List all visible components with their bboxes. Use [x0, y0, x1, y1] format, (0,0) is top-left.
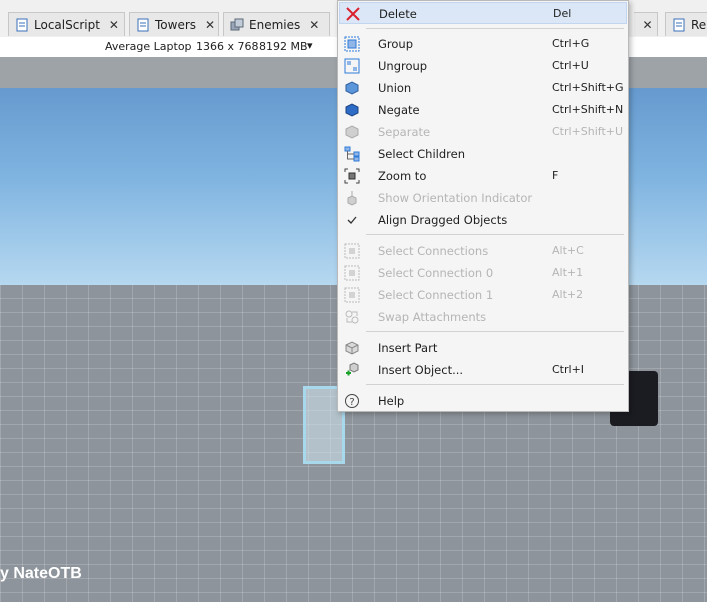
menu-label: Insert Part: [378, 341, 438, 355]
menu-shortcut: Ctrl+Shift+U: [552, 125, 624, 138]
menu-item-help[interactable]: ? Help: [339, 390, 627, 412]
swap-attachments-icon: [344, 309, 360, 325]
menu-item-union[interactable]: Union Ctrl+Shift+G: [339, 77, 627, 99]
menu-item-zoom-to[interactable]: Zoom to F: [339, 165, 627, 187]
zoom-to-icon: [344, 168, 360, 184]
script-icon: [15, 18, 29, 32]
part-icon: [344, 340, 360, 356]
tab-localscript[interactable]: LocalScript ✕: [8, 12, 125, 36]
menu-item-separate[interactable]: Separate Ctrl+Shift+U: [339, 121, 627, 143]
menu-shortcut: Ctrl+I: [552, 363, 585, 376]
menu-separator: [366, 234, 624, 235]
tab-label: Enemies: [249, 17, 301, 32]
menu-item-negate[interactable]: Negate Ctrl+Shift+N: [339, 99, 627, 121]
menu-label: Zoom to: [378, 169, 427, 183]
close-icon[interactable]: ✕: [642, 18, 652, 32]
tab-towers[interactable]: Towers ✕: [129, 12, 219, 36]
chevron-down-icon[interactable]: ▾: [307, 39, 313, 52]
menu-label: Select Connection 1: [378, 288, 494, 302]
menu-shortcut: Alt+C: [552, 244, 584, 257]
group-icon: [344, 36, 360, 52]
menu-shortcut: Ctrl+G: [552, 37, 590, 50]
menu-shortcut: Ctrl+Shift+N: [552, 103, 624, 116]
menu-shortcut: F: [552, 169, 559, 182]
menu-item-align-dragged[interactable]: Align Dragged Objects: [339, 209, 627, 231]
device-name[interactable]: Average Laptop: [105, 40, 192, 53]
connection-icon: [344, 265, 360, 281]
tab-re[interactable]: Re: [665, 12, 707, 36]
menu-item-insert-part[interactable]: Insert Part: [339, 337, 627, 359]
script-icon: [136, 18, 150, 32]
menu-shortcut: Ctrl+U: [552, 59, 589, 72]
menu-item-select-connection-1[interactable]: Select Connection 1 Alt+2: [339, 284, 627, 306]
menu-label: Delete: [379, 7, 417, 21]
menu-item-select-connection-0[interactable]: Select Connection 0 Alt+1: [339, 262, 627, 284]
negate-icon: [344, 102, 360, 118]
tab-hidden[interactable]: ✕: [634, 12, 658, 36]
menu-label: Select Children: [378, 147, 465, 161]
delete-icon: [345, 6, 361, 22]
menu-item-show-orientation[interactable]: Show Orientation Indicator: [339, 187, 627, 209]
ungroup-icon: [344, 58, 360, 74]
menu-shortcut: Alt+1: [552, 266, 584, 279]
credit-text: y NateOTB: [0, 565, 82, 582]
menu-item-swap-attachments[interactable]: Swap Attachments: [339, 306, 627, 328]
close-icon[interactable]: ✕: [205, 18, 215, 32]
menu-label: Group: [378, 37, 414, 51]
menu-item-delete[interactable]: Delete Del: [339, 2, 627, 24]
menu-label: Ungroup: [378, 59, 428, 73]
menu-label: Insert Object...: [378, 363, 464, 377]
insert-object-icon: [344, 362, 360, 378]
menu-label: Show Orientation Indicator: [378, 191, 533, 205]
menu-item-select-children[interactable]: Select Children: [339, 143, 627, 165]
model-icon: [230, 18, 244, 32]
menu-item-insert-object[interactable]: Insert Object... Ctrl+I: [339, 359, 627, 381]
script-icon: [672, 18, 686, 32]
tab-label: Re: [691, 17, 707, 32]
device-memory: 8192 MB: [259, 40, 308, 53]
svg-text:?: ?: [349, 397, 354, 408]
union-icon: [344, 80, 360, 96]
menu-separator: [366, 28, 624, 29]
menu-shortcut: Ctrl+Shift+G: [552, 81, 624, 94]
connection-icon: [344, 287, 360, 303]
menu-label: Help: [378, 394, 405, 408]
menu-label: Select Connections: [378, 244, 489, 258]
orientation-icon: [344, 190, 360, 206]
separate-icon: [344, 124, 360, 140]
tab-label: Towers: [155, 17, 197, 32]
menu-separator: [366, 331, 624, 332]
hierarchy-icon: [344, 146, 360, 162]
tab-enemies[interactable]: Enemies ✕: [223, 12, 330, 36]
close-icon[interactable]: ✕: [309, 18, 319, 32]
help-icon: ?: [344, 393, 360, 409]
context-menu: Delete Del Group Ctrl+G Ungroup Ctrl+U U…: [337, 0, 629, 412]
checkmark-icon: [344, 212, 360, 228]
menu-item-select-connections[interactable]: Select Connections Alt+C: [339, 240, 627, 262]
menu-label: Align Dragged Objects: [378, 213, 508, 227]
menu-item-group[interactable]: Group Ctrl+G: [339, 33, 627, 55]
menu-label: Swap Attachments: [378, 310, 487, 324]
menu-label: Separate: [378, 125, 431, 139]
connections-icon: [344, 243, 360, 259]
menu-shortcut: Del: [553, 7, 572, 20]
device-resolution: 1366 x 768: [196, 40, 259, 53]
close-icon[interactable]: ✕: [109, 18, 119, 32]
tab-label: LocalScript: [34, 17, 100, 32]
menu-item-ungroup[interactable]: Ungroup Ctrl+U: [339, 55, 627, 77]
menu-label: Negate: [378, 103, 420, 117]
menu-separator: [366, 384, 624, 385]
menu-label: Union: [378, 81, 412, 95]
menu-label: Select Connection 0: [378, 266, 494, 280]
menu-shortcut: Alt+2: [552, 288, 584, 301]
